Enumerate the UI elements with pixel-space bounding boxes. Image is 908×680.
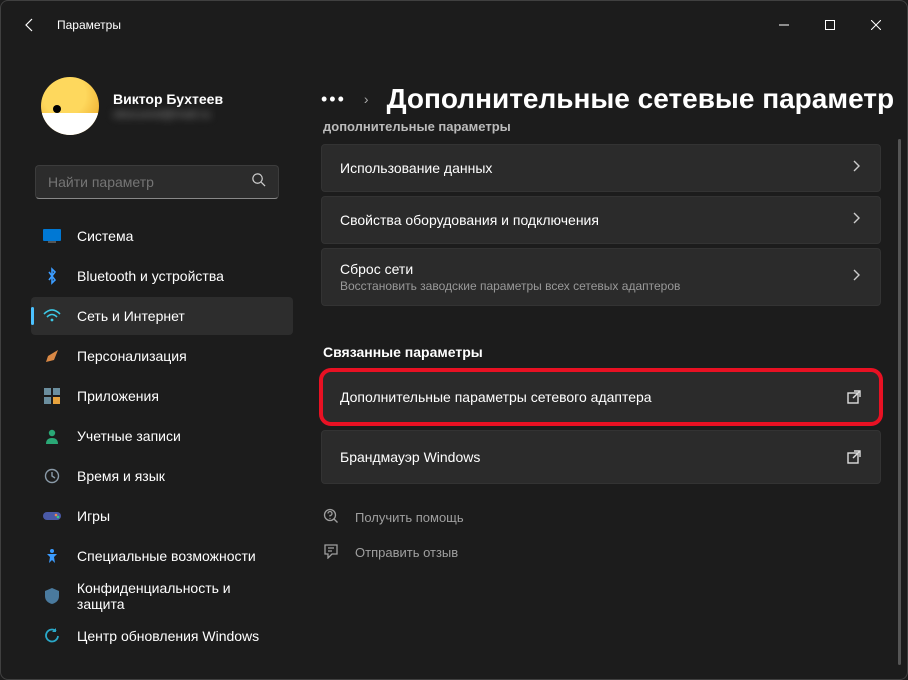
page-title: Дополнительные сетевые параметр (387, 83, 895, 115)
titlebar: Параметры (1, 1, 907, 49)
person-icon (43, 427, 61, 445)
help-icon (323, 508, 339, 527)
nav-apps[interactable]: Приложения (31, 377, 293, 415)
card-hardware[interactable]: Свойства оборудования и подключения (321, 196, 881, 244)
scrollbar[interactable] (898, 139, 901, 665)
nav-network[interactable]: Сеть и Интернет (31, 297, 293, 335)
nav-label: Сеть и Интернет (77, 308, 185, 324)
update-icon (43, 627, 61, 645)
search-box[interactable] (35, 165, 279, 199)
profile[interactable]: Виктор Бухтеев obscured@mail.ru (31, 49, 293, 153)
nav: Система Bluetooth и устройства Сеть и Ин… (31, 217, 293, 655)
nav-gaming[interactable]: Игры (31, 497, 293, 535)
card-title: Свойства оборудования и подключения (340, 212, 850, 228)
accessibility-icon (43, 547, 61, 565)
bluetooth-icon (43, 267, 61, 285)
nav-privacy[interactable]: Конфиденциальность и защита (31, 577, 293, 615)
nav-bluetooth[interactable]: Bluetooth и устройства (31, 257, 293, 295)
maximize-button[interactable] (807, 9, 853, 41)
system-icon (43, 227, 61, 245)
nav-label: Игры (77, 508, 110, 524)
nav-label: Конфиденциальность и защита (77, 580, 281, 612)
link-label: Отправить отзыв (355, 545, 458, 560)
link-feedback[interactable]: Отправить отзыв (323, 543, 881, 562)
nav-label: Специальные возможности (77, 548, 256, 564)
chevron-right-icon (850, 159, 862, 177)
card-title: Использование данных (340, 160, 850, 176)
search-icon (251, 172, 266, 192)
shield-icon (43, 587, 61, 605)
wifi-icon (43, 307, 61, 325)
nav-label: Время и язык (77, 468, 165, 484)
nav-time-language[interactable]: Время и язык (31, 457, 293, 495)
search-input[interactable] (48, 174, 251, 190)
profile-name: Виктор Бухтеев (113, 91, 223, 107)
close-button[interactable] (853, 9, 899, 41)
main: ••• › Дополнительные сетевые параметр до… (301, 49, 907, 679)
profile-email: obscured@mail.ru (113, 107, 223, 121)
nav-label: Приложения (77, 388, 159, 404)
back-button[interactable] (15, 10, 45, 40)
caption-controls (761, 9, 899, 41)
card-adapter-settings[interactable]: Дополнительные параметры сетевого адапте… (321, 370, 881, 424)
avatar (41, 77, 99, 135)
nav-label: Центр обновления Windows (77, 628, 259, 644)
link-label: Получить помощь (355, 510, 464, 525)
sidebar: Виктор Бухтеев obscured@mail.ru Система … (1, 49, 301, 679)
card-title: Сброс сети (340, 261, 850, 277)
nav-windows-update[interactable]: Центр обновления Windows (31, 617, 293, 655)
card-title: Дополнительные параметры сетевого адапте… (340, 389, 846, 405)
breadcrumb-ellipsis[interactable]: ••• (321, 89, 346, 110)
window-title: Параметры (57, 18, 121, 32)
section-header-more: дополнительные параметры (323, 119, 881, 134)
open-external-icon (846, 389, 862, 405)
nav-accessibility[interactable]: Специальные возможности (31, 537, 293, 575)
chevron-right-icon: › (364, 91, 369, 107)
breadcrumb: ••• › Дополнительные сетевые параметр (321, 49, 907, 115)
nav-label: Bluetooth и устройства (77, 268, 224, 284)
clock-icon (43, 467, 61, 485)
nav-label: Учетные записи (77, 428, 181, 444)
card-network-reset[interactable]: Сброс сети Восстановить заводские параме… (321, 248, 881, 306)
nav-label: Персонализация (77, 348, 187, 364)
open-external-icon (846, 449, 862, 465)
brush-icon (43, 347, 61, 365)
card-subtitle: Восстановить заводские параметры всех се… (340, 279, 850, 293)
chevron-right-icon (850, 211, 862, 229)
card-firewall[interactable]: Брандмауэр Windows (321, 430, 881, 484)
nav-system[interactable]: Система (31, 217, 293, 255)
apps-icon (43, 387, 61, 405)
chevron-right-icon (850, 268, 862, 286)
section-header-related: Связанные параметры (323, 344, 881, 360)
nav-personalization[interactable]: Персонализация (31, 337, 293, 375)
card-title: Брандмауэр Windows (340, 449, 846, 465)
minimize-button[interactable] (761, 9, 807, 41)
gamepad-icon (43, 507, 61, 525)
feedback-icon (323, 543, 339, 562)
nav-accounts[interactable]: Учетные записи (31, 417, 293, 455)
nav-label: Система (77, 228, 133, 244)
link-get-help[interactable]: Получить помощь (323, 508, 881, 527)
card-data-usage[interactable]: Использование данных (321, 144, 881, 192)
